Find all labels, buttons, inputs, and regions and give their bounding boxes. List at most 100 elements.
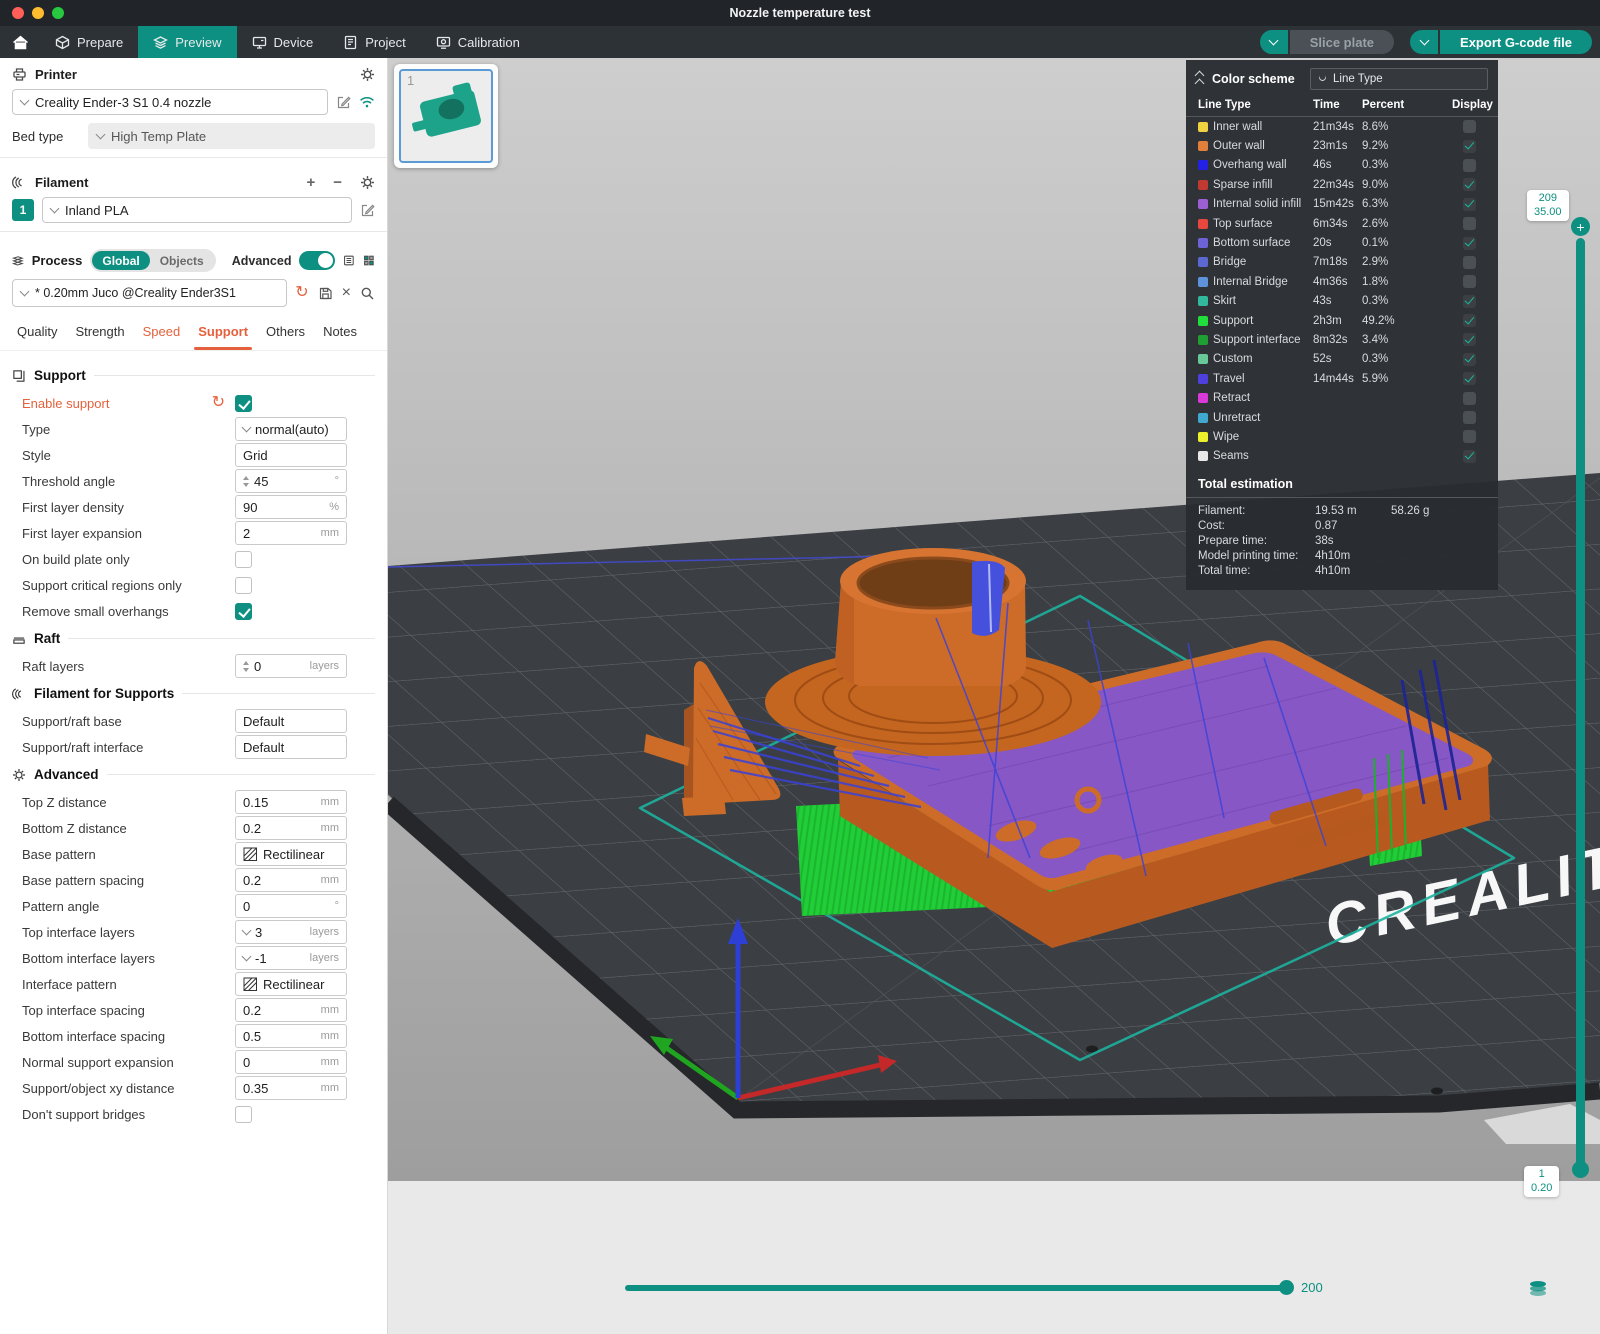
move-slider-track[interactable] (625, 1285, 1293, 1291)
layer-slider-handle[interactable] (1572, 1161, 1589, 1178)
top-interface-layers-select[interactable]: 3layers (235, 920, 347, 944)
filament-slot-badge[interactable]: 1 (12, 199, 34, 221)
slice-plate-button[interactable]: Slice plate (1290, 30, 1394, 54)
process-scope-toggle[interactable]: Global Objects (90, 249, 215, 272)
bottom-interface-spacing-input[interactable]: 0.5mm (235, 1024, 347, 1048)
dont-support-bridges-checkbox[interactable] (235, 1106, 252, 1123)
spinner-icon[interactable] (243, 476, 249, 487)
printer-settings-gear-icon[interactable] (360, 67, 375, 82)
top-interface-spacing-input[interactable]: 0.2mm (235, 998, 347, 1022)
first-layer-expansion-input[interactable]: 2mm (235, 521, 347, 545)
display-checkbox[interactable] (1463, 295, 1476, 308)
delete-preset-icon[interactable]: × (342, 285, 351, 301)
support-style-input[interactable]: Grid (235, 443, 347, 467)
tab-speed[interactable]: Speed (134, 315, 190, 350)
display-checkbox[interactable] (1463, 411, 1476, 424)
param-table-icon[interactable] (363, 253, 375, 268)
hatch-pattern-icon (243, 847, 258, 862)
save-preset-icon[interactable] (318, 286, 333, 301)
home-button[interactable] (0, 26, 40, 58)
preset-select[interactable]: * 0.20mm Juco @Creality Ender3S1 (12, 279, 287, 307)
on-build-plate-only-checkbox[interactable] (235, 551, 252, 568)
display-checkbox[interactable] (1463, 392, 1476, 405)
support-object-xy-distance-input[interactable]: 0.35mm (235, 1076, 347, 1100)
display-checkbox[interactable] (1463, 120, 1476, 133)
scope-global[interactable]: Global (92, 251, 149, 270)
display-checkbox[interactable] (1463, 314, 1476, 327)
layer-slider-track[interactable] (1576, 238, 1585, 1170)
tab-others[interactable]: Others (257, 315, 314, 350)
normal-support-expansion-input[interactable]: 0mm (235, 1050, 347, 1074)
edit-printer-icon[interactable] (336, 95, 351, 110)
tab-project[interactable]: Project (328, 26, 420, 58)
first-layer-density-input[interactable]: 90% (235, 495, 347, 519)
support-raft-interface-select[interactable]: Default (235, 735, 347, 759)
top-z-distance-input[interactable]: 0.15mm (235, 790, 347, 814)
reset-preset-icon[interactable]: ↻ (295, 285, 308, 301)
total-row: Prepare time:38s (1186, 533, 1498, 548)
display-checkbox[interactable] (1463, 256, 1476, 269)
display-checkbox[interactable] (1463, 353, 1476, 366)
display-checkbox[interactable] (1463, 333, 1476, 346)
param-row: Base pattern spacing 0.2mm (0, 867, 387, 893)
critical-regions-checkbox[interactable] (235, 577, 252, 594)
line-type-percent: 0.3% (1362, 295, 1463, 307)
base-pattern-select[interactable]: Rectilinear (235, 842, 347, 866)
unit: ° (335, 475, 339, 487)
layer-slider-add-button[interactable]: + (1571, 217, 1590, 236)
tab-preview[interactable]: Preview (138, 26, 236, 58)
tab-notes[interactable]: Notes (314, 315, 366, 350)
edit-filament-icon[interactable] (360, 203, 375, 218)
spinner-icon[interactable] (243, 661, 249, 672)
display-checkbox[interactable] (1463, 237, 1476, 250)
filament-settings-gear-icon[interactable] (360, 175, 375, 190)
bottom-bar: 200 (388, 1270, 1600, 1334)
tab-strength[interactable]: Strength (66, 315, 133, 350)
support-raft-base-select[interactable]: Default (235, 709, 347, 733)
display-checkbox[interactable] (1463, 140, 1476, 153)
display-checkbox[interactable] (1463, 372, 1476, 385)
display-checkbox[interactable] (1463, 450, 1476, 463)
export-options-button[interactable] (1410, 30, 1438, 54)
collapse-panel-icon[interactable] (1196, 72, 1203, 87)
support-type-select[interactable]: normal(auto) (235, 417, 347, 441)
display-checkbox[interactable] (1463, 198, 1476, 211)
export-gcode-button[interactable]: Export G-code file (1440, 30, 1592, 54)
advanced-toggle[interactable] (299, 251, 335, 270)
pattern-angle-input[interactable]: 0° (235, 894, 347, 918)
value: 0.2 (243, 1003, 261, 1018)
display-checkbox[interactable] (1463, 159, 1476, 172)
enable-support-checkbox[interactable] (235, 395, 252, 412)
param-list-icon[interactable] (343, 253, 355, 268)
add-filament-button[interactable]: + (306, 175, 315, 190)
remove-filament-button[interactable]: − (333, 175, 342, 190)
raft-layers-stepper[interactable]: 0layers (235, 654, 347, 678)
display-checkbox[interactable] (1463, 275, 1476, 288)
3d-viewport[interactable]: CREALITY (388, 58, 1600, 1334)
tab-quality[interactable]: Quality (8, 315, 66, 350)
search-preset-icon[interactable] (360, 286, 375, 301)
interface-pattern-select[interactable]: Rectilinear (235, 972, 347, 996)
reset-param-icon[interactable]: ↻ (212, 395, 225, 411)
tab-calibration[interactable]: Calibration (421, 26, 535, 58)
tab-device[interactable]: Device (237, 26, 329, 58)
display-checkbox[interactable] (1463, 178, 1476, 191)
threshold-angle-stepper[interactable]: 45° (235, 469, 347, 493)
scope-objects[interactable]: Objects (150, 251, 214, 270)
printer-select[interactable]: Creality Ender-3 S1 0.4 nozzle (12, 89, 328, 115)
base-pattern-spacing-input[interactable]: 0.2mm (235, 868, 347, 892)
tab-support[interactable]: Support (189, 315, 257, 350)
layers-button[interactable] (1528, 1280, 1548, 1300)
slice-options-button[interactable] (1260, 30, 1288, 54)
tab-prepare[interactable]: Prepare (40, 26, 138, 58)
bottom-interface-layers-select[interactable]: -1layers (235, 946, 347, 970)
display-checkbox[interactable] (1463, 217, 1476, 230)
bottom-z-distance-input[interactable]: 0.2mm (235, 816, 347, 840)
bed-type-select[interactable]: High Temp Plate (88, 123, 375, 149)
plate-thumbnail[interactable]: 1 (394, 64, 498, 168)
color-scheme-select[interactable]: Line Type (1310, 68, 1488, 90)
remove-small-overhangs-checkbox[interactable] (235, 603, 252, 620)
filament-select[interactable]: Inland PLA (42, 197, 352, 223)
display-checkbox[interactable] (1463, 430, 1476, 443)
move-slider-handle[interactable] (1279, 1280, 1294, 1295)
